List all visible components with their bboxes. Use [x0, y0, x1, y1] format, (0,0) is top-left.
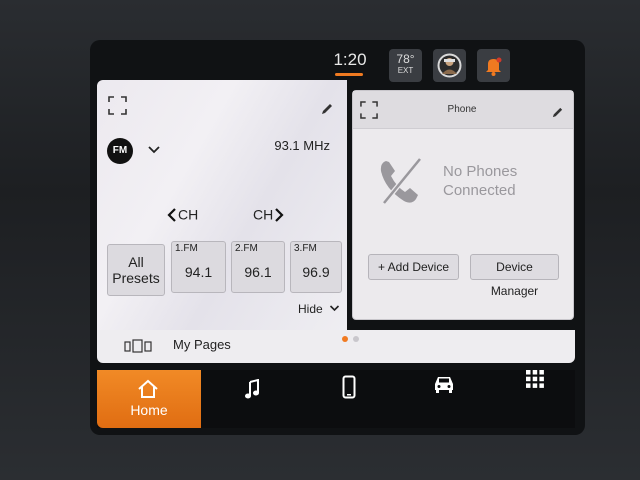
page-indicator-active[interactable] — [342, 336, 348, 342]
chevron-down-icon[interactable] — [147, 144, 161, 156]
driver-profile-button[interactable] — [433, 49, 466, 82]
add-device-button[interactable]: + Add Device — [368, 254, 459, 280]
my-pages-bar — [97, 330, 575, 363]
clock: 1:20 — [333, 50, 367, 69]
chevron-right-icon — [275, 207, 284, 222]
preset-label: 2.FM — [235, 243, 258, 254]
vehicle-icon[interactable] — [432, 374, 456, 394]
edit-pencil-icon[interactable] — [551, 106, 564, 119]
pages-layout-icon[interactable] — [124, 339, 154, 353]
driver-avatar-icon — [437, 53, 462, 78]
temperature-value: 78° — [396, 52, 415, 66]
hide-label: Hide — [298, 302, 323, 316]
all-presets-line2: Presets — [112, 270, 160, 286]
music-icon[interactable] — [243, 379, 261, 401]
phone-disconnected-icon — [380, 157, 422, 205]
bell-icon — [486, 57, 502, 76]
preset-frequency: 96.9 — [302, 264, 330, 280]
channel-prev-button[interactable]: CH — [166, 204, 198, 223]
temperature-button[interactable]: 78° EXT — [389, 49, 422, 82]
preset-label: 1.FM — [175, 243, 198, 254]
device-manager-button[interactable]: Device Manager — [470, 254, 559, 298]
chevron-down-icon — [329, 305, 340, 312]
fm-band-logo[interactable]: FM — [107, 138, 133, 164]
notifications-button[interactable] — [477, 49, 510, 82]
nav-home-label: Home — [130, 402, 168, 418]
home-icon — [138, 379, 158, 398]
preset-label: 3.FM — [294, 243, 317, 254]
channel-prev-label: CH — [178, 206, 199, 223]
phone-status-line2: Connected — [443, 182, 516, 199]
phone-icon[interactable] — [342, 375, 356, 399]
expand-icon[interactable] — [360, 101, 378, 119]
all-presets-line1: All — [128, 254, 144, 270]
expand-icon[interactable] — [108, 96, 127, 115]
preset-frequency: 96.1 — [244, 264, 272, 280]
phone-status: No Phones Connected — [443, 162, 543, 200]
chevron-left-icon — [167, 207, 176, 222]
channel-next-label: CH — [253, 206, 274, 223]
preset-3-button[interactable]: 3.FM 96.9 — [290, 241, 342, 293]
preset-2-button[interactable]: 2.FM 96.1 — [231, 241, 285, 293]
clock-underline — [335, 73, 363, 76]
preset-1-button[interactable]: 1.FM 94.1 — [171, 241, 226, 293]
page-indicator[interactable] — [353, 336, 359, 342]
phone-title: Phone — [447, 104, 477, 115]
channel-next-button[interactable]: CH — [253, 204, 285, 223]
temperature-label: EXT — [397, 66, 414, 75]
apps-grid-icon[interactable] — [525, 369, 545, 389]
phone-status-line1: No Phones — [443, 163, 518, 180]
all-presets-button[interactable]: All Presets — [107, 244, 165, 296]
hide-presets-button[interactable]: Hide — [298, 302, 340, 316]
current-frequency: 93.1 MHz — [274, 138, 330, 153]
edit-pencil-icon[interactable] — [320, 102, 334, 116]
my-pages-label[interactable]: My Pages — [173, 337, 231, 352]
preset-frequency: 94.1 — [184, 264, 213, 280]
